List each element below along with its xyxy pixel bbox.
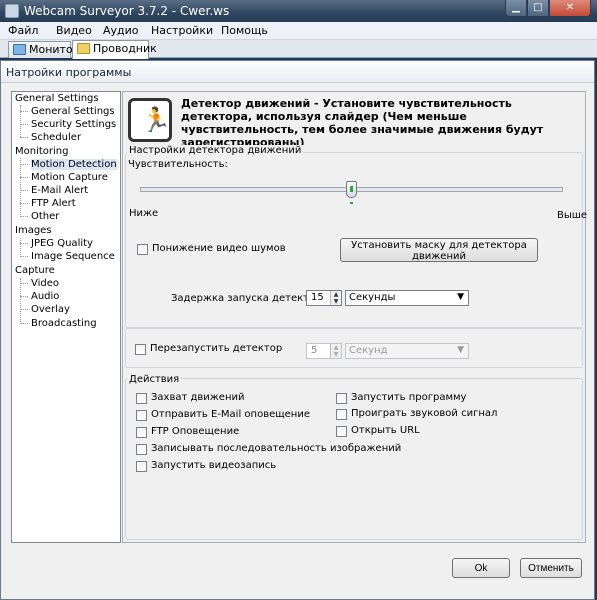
tree-item-audio[interactable]: Audio [31, 291, 59, 302]
settings-panel: 🏃 Детектор движений - Установите чувстви… [122, 91, 588, 543]
running-man-icon: 🏃 [128, 98, 172, 142]
detector-delay-value: 15 [311, 292, 324, 303]
noise-reduction-checkbox[interactable] [137, 244, 148, 255]
app-icon [5, 4, 19, 18]
detector-delay-unit-value: Секунды [349, 292, 396, 303]
tree-item-overlay[interactable]: Overlay [31, 304, 70, 315]
sensitivity-slider-thumb[interactable] [346, 181, 357, 198]
tree-item-ftp-alert[interactable]: FTP Alert [31, 198, 76, 209]
monitor-icon [13, 44, 26, 55]
tree-branch-line [20, 105, 21, 137]
minimize-button[interactable]: ▁ [505, 0, 527, 17]
tab-monitor[interactable]: Монитор [8, 41, 80, 58]
menu-help[interactable]: Помощь [221, 24, 268, 37]
tab-explorer-label: Проводник [93, 42, 157, 55]
set-motion-mask-button[interactable]: Установить маску для детектора движений [340, 238, 538, 262]
action-play-sound-checkbox[interactable] [336, 409, 347, 420]
sensitivity-low-label: Ниже [129, 208, 159, 219]
tree-item-scheduler[interactable]: Scheduler [31, 132, 81, 143]
detector-delay-spinner[interactable]: 15 ▲ ▼ [306, 290, 342, 306]
restart-interval-value: 5 [311, 345, 318, 356]
close-button[interactable]: ✕ [549, 0, 591, 17]
maximize-button[interactable]: □ [527, 0, 549, 17]
chevron-down-icon: ▼ [457, 292, 464, 302]
restart-detector-checkbox[interactable] [135, 344, 146, 355]
restart-detector-label: Перезапустить детектор [150, 343, 283, 354]
tree-branch-line [20, 238, 21, 257]
menu-audio[interactable]: Аудио [103, 24, 139, 37]
panel-description: Детектор движений - Установите чувствите… [181, 97, 544, 149]
tree-item-capture-group[interactable]: Capture [15, 265, 55, 276]
ok-button[interactable]: Ok [452, 558, 510, 578]
detector-group-label: Настройки детектора движений [127, 145, 304, 156]
tab-bar: Монитор Проводник [0, 40, 597, 59]
tree-item-general-settings[interactable]: General Settings [31, 106, 115, 117]
action-send-email-checkbox[interactable] [136, 410, 147, 421]
cancel-button[interactable]: Отменить [520, 558, 582, 578]
action-ftp-alert-label: FTP Оповещение [151, 426, 240, 437]
sensitivity-slider-marker [350, 202, 353, 204]
menu-video[interactable]: Видео [56, 24, 92, 37]
tree-item-jpeg-quality[interactable]: JPEG Quality [31, 238, 93, 249]
tree-item-email-alert[interactable]: E-Mail Alert [31, 185, 88, 196]
menu-file[interactable]: Файл [8, 24, 38, 37]
action-send-email-label: Отправить E-Mail оповещение [151, 409, 310, 420]
tree-item-images-group[interactable]: Images [15, 225, 52, 236]
chevron-down-icon: ▼ [457, 345, 464, 355]
dialog-title: Натройки программы [6, 66, 132, 79]
spinner-arrows-icon[interactable]: ▲ ▼ [330, 291, 341, 305]
action-play-sound-label: Проиграть звуковой сигнал [351, 408, 498, 419]
restart-interval-spinner[interactable]: 5 ▲ ▼ [306, 343, 342, 359]
noise-reduction-label: Понижение видео шумов [152, 243, 286, 254]
tree-item-security-settings[interactable]: Security Settings [31, 119, 116, 130]
restart-interval-unit-select[interactable]: Секунд ▼ [345, 343, 469, 359]
action-ftp-alert-checkbox[interactable] [136, 427, 147, 438]
detector-delay-unit-select[interactable]: Секунды ▼ [345, 290, 469, 306]
dialog-title-bar: Натройки программы [1, 61, 594, 83]
restart-interval-unit-value: Секунд [349, 345, 388, 356]
tree-item-motion-capture[interactable]: Motion Capture [31, 172, 108, 183]
tab-explorer[interactable]: Проводник [72, 40, 157, 59]
window-title: Webcam Surveyor 3.7.2 - Cwer.ws [24, 4, 230, 18]
action-capture-motion-label: Захват движений [151, 392, 245, 403]
title-bar: Webcam Surveyor 3.7.2 - Cwer.ws ▁ □ ✕ [0, 0, 597, 22]
tree-item-image-sequence[interactable]: Image Sequence [31, 251, 115, 262]
action-record-images-label: Записывать последовательность изображени… [151, 443, 402, 454]
menu-bar: Файл Видео Аудио Настройки Помощь [0, 22, 597, 40]
action-start-video-label: Запустить видеозапись [151, 460, 277, 471]
tree-item-broadcasting[interactable]: Broadcasting [31, 318, 97, 329]
settings-tree: General Settings General Settings Securi… [11, 91, 121, 543]
action-run-program-label: Запустить программу [351, 392, 467, 403]
action-run-program-checkbox[interactable] [336, 393, 347, 404]
sensitivity-high-label: Выше [557, 210, 588, 221]
tree-item-monitoring-group[interactable]: Monitoring [15, 146, 68, 157]
tree-branch-line [20, 158, 21, 217]
actions-group-label: Действия [127, 374, 182, 385]
action-open-url-checkbox[interactable] [336, 426, 347, 437]
action-record-images-checkbox[interactable] [136, 444, 147, 455]
tree-item-video[interactable]: Video [31, 278, 59, 289]
tree-item-motion-detection[interactable]: Motion Detection [31, 159, 117, 170]
tree-item-general-settings-group[interactable]: General Settings [15, 93, 99, 104]
action-start-video-checkbox[interactable] [136, 461, 147, 472]
menu-settings[interactable]: Настройки [151, 24, 213, 37]
tree-branch-line [20, 278, 21, 324]
sensitivity-label: Чувствительность: [128, 159, 228, 170]
folder-icon [77, 43, 90, 54]
action-open-url-label: Открыть URL [351, 425, 420, 436]
tree-item-other[interactable]: Other [31, 211, 59, 222]
settings-dialog: Натройки программы General Settings Gene… [0, 60, 595, 600]
action-capture-motion-checkbox[interactable] [136, 393, 147, 404]
spinner-arrows-icon[interactable]: ▲ ▼ [330, 344, 341, 358]
